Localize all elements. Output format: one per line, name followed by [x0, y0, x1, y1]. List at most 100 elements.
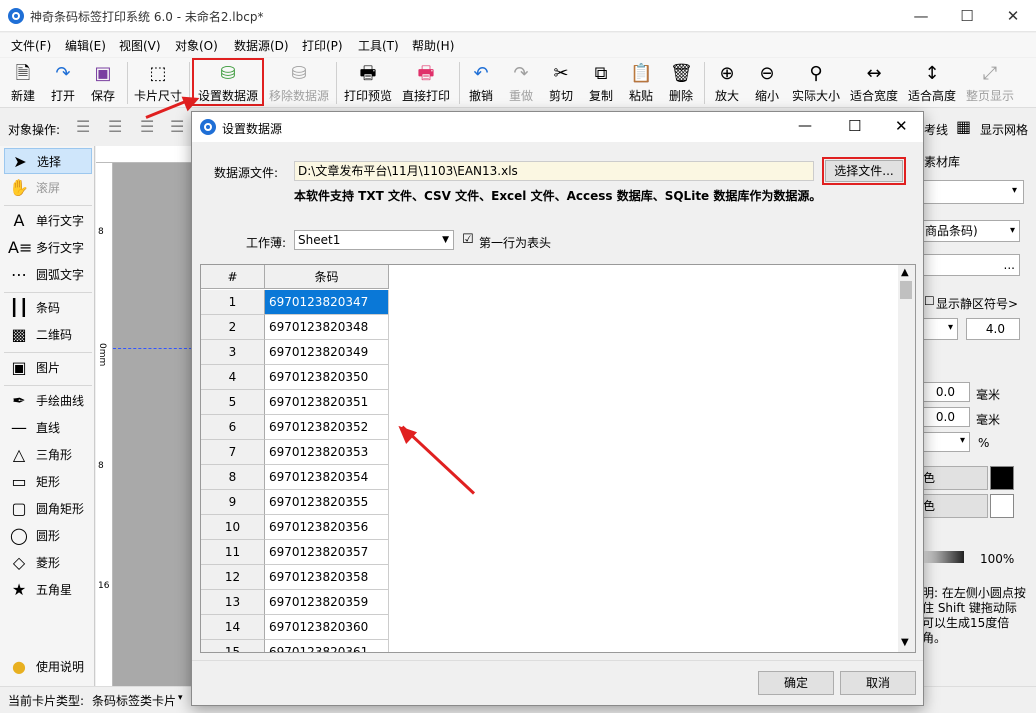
row-number[interactable]: 8 [201, 465, 265, 490]
barcode-type-select[interactable]: 商品条码) ▾ [922, 220, 1020, 242]
panel-select-1[interactable]: ▾ [922, 180, 1024, 204]
ok-button[interactable]: 确定 [758, 671, 834, 695]
barcode-cell[interactable]: 6970123820353 [265, 440, 389, 465]
barcode-cell[interactable]: 6970123820349 [265, 340, 389, 365]
barcode-cell[interactable]: 6970123820354 [265, 465, 389, 490]
column-header[interactable]: # [201, 265, 265, 289]
layer-up-icon[interactable]: ☰ [76, 117, 90, 136]
row-number[interactable]: 15 [201, 640, 265, 652]
tool-single-text[interactable]: A 单行文字 [4, 208, 92, 234]
row-number[interactable]: 10 [201, 515, 265, 540]
scroll-up-icon[interactable]: ▲ [901, 267, 909, 278]
menu-print[interactable]: 打印(P) [302, 37, 343, 54]
dialog-minimize-button[interactable]: — [798, 118, 812, 134]
row-number[interactable]: 3 [201, 340, 265, 365]
tool-multi-text[interactable]: A≡ 多行文字 [4, 235, 92, 261]
tool-scroll[interactable]: ✋ 滚屏 [4, 175, 92, 201]
browse-field[interactable]: ... [922, 254, 1020, 276]
material-tab[interactable]: 素材库 [924, 153, 960, 170]
menu-datasource[interactable]: 数据源(D) [234, 37, 289, 54]
row-number[interactable]: 13 [201, 590, 265, 615]
menu-object[interactable]: 对象(O) [175, 37, 218, 54]
row-number[interactable]: 1 [201, 290, 265, 315]
quiet-zone-checkbox[interactable]: ☐ [924, 294, 935, 308]
row-number[interactable]: 14 [201, 615, 265, 640]
close-button[interactable]: ✕ [990, 0, 1036, 32]
row-number[interactable]: 12 [201, 565, 265, 590]
tool-star[interactable]: ★ 五角星 [4, 577, 92, 603]
card-type-value[interactable]: 条码标签类卡片 [92, 692, 176, 709]
color2-button[interactable]: 色 [918, 494, 988, 518]
column-header[interactable]: 条码 [265, 265, 389, 289]
scroll-down-icon[interactable]: ▼ [901, 637, 909, 648]
fit-height-button[interactable]: ↕ 适合高度 [905, 58, 959, 108]
tool-barcode[interactable]: ┃┃ 条码 [4, 295, 92, 321]
file-path-field[interactable]: D:\文章发布平台\11月\1103\EAN13.xls [294, 161, 814, 181]
layer-bottom-icon[interactable]: ☰ [170, 117, 184, 136]
barcode-cell[interactable]: 6970123820355 [265, 490, 389, 515]
redo-button[interactable]: ↷ 重做 [505, 58, 537, 108]
color1-button[interactable]: 色 [918, 466, 988, 490]
cut-button[interactable]: ✂ 剪切 [545, 58, 577, 108]
save-button[interactable]: ▣ 保存 [86, 58, 120, 108]
choose-file-button[interactable]: 选择文件... [825, 160, 903, 182]
undo-button[interactable]: ↶ 撤销 [465, 58, 497, 108]
barcode-cell[interactable]: 6970123820350 [265, 365, 389, 390]
dialog-maximize-button[interactable]: ☐ [848, 117, 861, 135]
row-number[interactable]: 9 [201, 490, 265, 515]
barcode-cell[interactable]: 6970123820358 [265, 565, 389, 590]
row-number[interactable]: 2 [201, 315, 265, 340]
tool-line[interactable]: — 直线 [4, 415, 92, 441]
layer-top-icon[interactable]: ☰ [140, 117, 154, 136]
tool-arc-text[interactable]: ⋯ 圆弧文字 [4, 262, 92, 288]
color2-swatch[interactable] [990, 494, 1014, 518]
paste-button[interactable]: 📋 粘贴 [625, 58, 657, 108]
new-button[interactable]: 🗎 新建 [6, 58, 40, 108]
vertical-scrollbar[interactable]: ▲ ▼ [898, 265, 915, 652]
tool-diamond[interactable]: ◇ 菱形 [4, 550, 92, 576]
full-page-button[interactable]: ⤢ 整页显示 [963, 58, 1017, 108]
barcode-cell[interactable]: 6970123820360 [265, 615, 389, 640]
size-value-spinner[interactable]: 4.0 [966, 318, 1020, 340]
show-grid-toggle[interactable]: 显示网格 [980, 121, 1028, 138]
open-button[interactable]: ↷ 打开 [46, 58, 80, 108]
cancel-button[interactable]: 取消 [840, 671, 916, 695]
zoom-out-button[interactable]: ⊖ 缩小 [750, 58, 784, 108]
tool-triangle[interactable]: △ 三角形 [4, 442, 92, 468]
barcode-cell[interactable]: 6970123820356 [265, 515, 389, 540]
layer-down-icon[interactable]: ☰ [108, 117, 122, 136]
barcode-cell[interactable]: 6970123820351 [265, 390, 389, 415]
offset2-spinner[interactable]: 0.0 [922, 407, 970, 427]
remove-datasource-button[interactable]: ⛁ 移除数据源 [267, 58, 331, 108]
data-grid[interactable]: # 条码 1 6970123820347 2 6970123820348 3 697012… [200, 264, 916, 653]
help-button[interactable]: ● 使用说明 [4, 654, 92, 680]
menu-file[interactable]: 文件(F) [11, 37, 51, 54]
direct-print-button[interactable]: 🖶 直接打印 [400, 58, 452, 108]
barcode-cell[interactable]: 6970123820357 [265, 540, 389, 565]
copy-button[interactable]: ⧉ 复制 [585, 58, 617, 108]
opacity-slider[interactable] [918, 551, 964, 563]
tool-select[interactable]: ➤ 选择 [4, 148, 92, 174]
tool-rounded-rect[interactable]: ▢ 圆角矩形 [4, 496, 92, 522]
delete-button[interactable]: 🗑 删除 [665, 58, 697, 108]
tool-rectangle[interactable]: ▭ 矩形 [4, 469, 92, 495]
design-canvas[interactable] [113, 163, 192, 686]
tool-qrcode[interactable]: ▩ 二维码 [4, 322, 92, 348]
barcode-cell[interactable]: 6970123820347 [265, 290, 389, 315]
tool-freehand[interactable]: ✒ 手绘曲线 [4, 388, 92, 414]
barcode-cell[interactable]: 6970123820359 [265, 590, 389, 615]
dialog-close-button[interactable]: ✕ [895, 117, 908, 135]
row-number[interactable]: 5 [201, 390, 265, 415]
zoom-in-button[interactable]: ⊕ 放大 [710, 58, 744, 108]
menu-help[interactable]: 帮助(H) [412, 37, 454, 54]
sheet-select[interactable]: Sheet1 ▼ [294, 230, 454, 250]
minimize-button[interactable]: — [898, 0, 944, 32]
row-number[interactable]: 7 [201, 440, 265, 465]
color1-swatch[interactable] [990, 466, 1014, 490]
menu-edit[interactable]: 编辑(E) [65, 37, 106, 54]
percent-select[interactable]: ▾ [918, 432, 970, 452]
size-select[interactable]: ▾ [918, 318, 958, 340]
barcode-cell[interactable]: 6970123820348 [265, 315, 389, 340]
barcode-cell[interactable]: 6970123820361 [265, 640, 389, 652]
card-size-button[interactable]: ⬚ 卡片尺寸 [133, 58, 183, 108]
